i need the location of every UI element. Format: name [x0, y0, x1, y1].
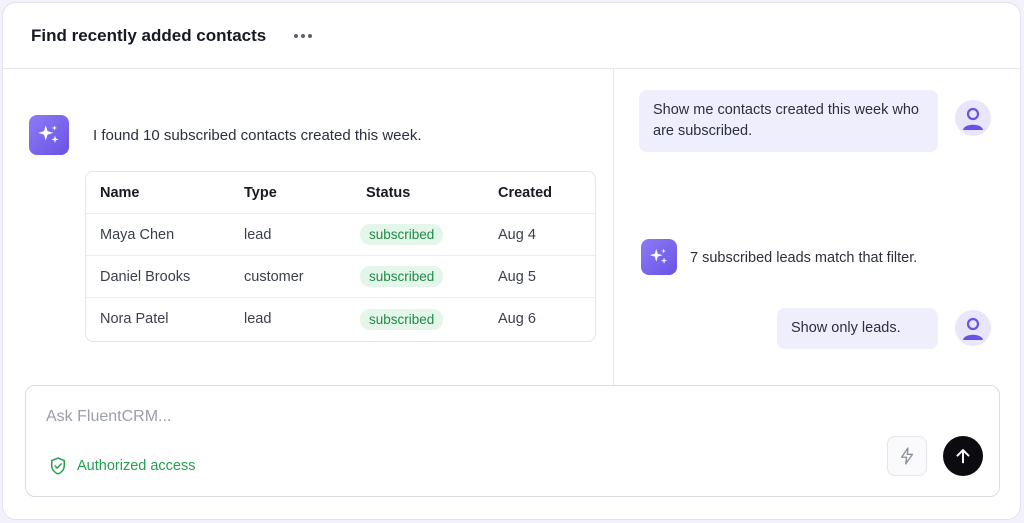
status-badge: subscribed: [360, 266, 444, 287]
table-row[interactable]: Nora Patel lead subscribed Aug 6: [86, 298, 595, 340]
quick-actions-button[interactable]: [887, 436, 927, 476]
created-date: Aug 6: [498, 311, 536, 327]
contacts-table: Name Type Status Created Maya Chen lead …: [85, 171, 596, 342]
contact-type: lead: [244, 311, 272, 327]
status-badge: subscribed: [360, 224, 444, 245]
table-row[interactable]: Maya Chen lead subscribed Aug 4: [86, 214, 595, 256]
contact-type: customer: [244, 268, 304, 285]
status-cell: subscribed: [360, 298, 444, 340]
column-header-type: Type: [244, 184, 277, 201]
column-header-created: Created: [498, 184, 552, 201]
assistant-sparkle-icon: [641, 239, 677, 275]
assistant-message-right: 7 subscribed leads match that filter.: [690, 250, 918, 266]
column-header-name: Name: [100, 184, 140, 201]
message-composer: Authorized access: [25, 385, 1000, 497]
shield-check-icon: [51, 457, 65, 475]
message-input[interactable]: [46, 404, 866, 430]
send-button[interactable]: [943, 436, 983, 476]
table-header-row: Name Type Status Created: [86, 172, 595, 214]
authorized-access-label: Authorized access: [77, 458, 196, 474]
assistant-message-left: I found 10 subscribed contacts created t…: [93, 127, 422, 144]
arrow-up-icon: [956, 449, 970, 464]
table-row[interactable]: Daniel Brooks customer subscribed Aug 5: [86, 256, 595, 298]
created-date: Aug 4: [498, 226, 536, 243]
contact-type: lead: [244, 226, 272, 243]
status-cell: subscribed: [360, 256, 444, 297]
authorized-access-status: Authorized access: [48, 456, 195, 476]
page-title: Find recently added contacts: [31, 25, 267, 45]
contact-name: Maya Chen: [100, 226, 175, 243]
assistant-sparkle-icon: [29, 115, 69, 155]
status-badge: subscribed: [360, 308, 444, 330]
user-message-bubble: Show me contacts created this week who a…: [639, 90, 938, 152]
user-message-bubble: Show only leads.: [777, 308, 938, 349]
created-date: Aug 5: [498, 268, 536, 285]
more-options-icon[interactable]: [292, 28, 314, 44]
status-cell: subscribed: [360, 214, 444, 255]
contact-name: Daniel Brooks: [100, 268, 191, 285]
user-avatar-icon: [955, 310, 991, 346]
lightning-icon: [900, 447, 914, 465]
chat-window: Find recently added contacts I found 10 …: [2, 2, 1021, 520]
contact-name: Nora Patel: [100, 311, 169, 327]
column-header-status: Status: [366, 184, 411, 201]
panel-divider: [613, 69, 614, 385]
header: Find recently added contacts: [3, 3, 1020, 69]
user-avatar-icon: [955, 100, 991, 136]
